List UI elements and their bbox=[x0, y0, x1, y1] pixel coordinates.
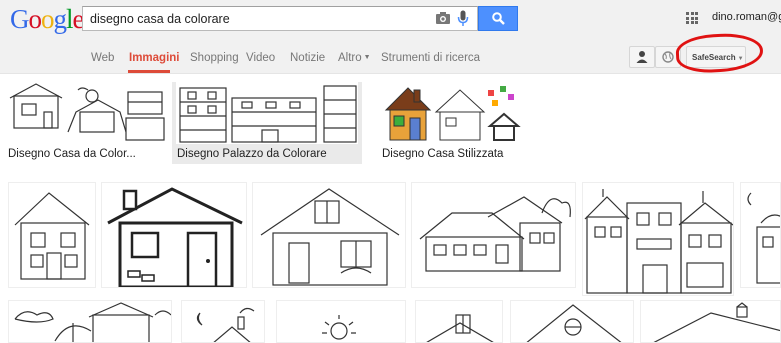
search-icon bbox=[492, 12, 505, 25]
logo-letter: o bbox=[41, 4, 54, 34]
related-thumbnail bbox=[382, 82, 522, 144]
tab-video[interactable]: Video bbox=[246, 52, 275, 64]
personal-results-button[interactable] bbox=[629, 46, 655, 68]
image-result[interactable] bbox=[101, 182, 247, 288]
tab-images[interactable]: Immagini bbox=[129, 52, 179, 64]
image-result[interactable] bbox=[181, 300, 265, 343]
logo-letter: g bbox=[53, 4, 67, 34]
related-thumbnail bbox=[176, 82, 358, 144]
person-icon bbox=[636, 51, 648, 63]
tab-search-tools[interactable]: Strumenti di ricerca bbox=[381, 52, 480, 64]
related-search-card[interactable]: Disegno Casa da Color... bbox=[8, 82, 166, 164]
image-result[interactable] bbox=[510, 300, 634, 343]
chevron-down-icon: ▼ bbox=[363, 54, 371, 61]
top-bar: Google disegno casa da colorare dino.rom… bbox=[0, 0, 781, 40]
camera-icon[interactable] bbox=[435, 11, 451, 25]
related-search-label: Disegno Palazzo da Colorare bbox=[177, 148, 327, 160]
related-search-card[interactable]: Disegno Casa Stilizzata bbox=[382, 82, 522, 164]
apps-grid-icon[interactable] bbox=[686, 12, 698, 24]
google-logo[interactable]: Google bbox=[10, 4, 84, 35]
search-input[interactable]: disegno casa da colorare bbox=[82, 6, 478, 31]
tab-news[interactable]: Notizie bbox=[290, 52, 325, 64]
related-search-label: Disegno Casa Stilizzata bbox=[382, 148, 504, 160]
microphone-icon[interactable] bbox=[457, 10, 469, 27]
image-result[interactable] bbox=[740, 182, 781, 288]
tab-more-label: Altro bbox=[338, 52, 362, 64]
image-result[interactable] bbox=[8, 300, 172, 343]
account-name[interactable]: dino.roman@gmai bbox=[712, 11, 781, 23]
tab-shopping[interactable]: Shopping bbox=[190, 52, 239, 64]
image-result[interactable] bbox=[415, 300, 503, 343]
image-result[interactable] bbox=[8, 182, 96, 288]
search-query-text[interactable]: disegno casa da colorare bbox=[90, 12, 230, 26]
logo-letter: o bbox=[28, 4, 42, 34]
image-result[interactable] bbox=[640, 300, 781, 343]
image-result[interactable] bbox=[411, 182, 576, 288]
image-result[interactable] bbox=[252, 182, 406, 288]
search-button[interactable] bbox=[478, 6, 518, 31]
tab-more[interactable]: Altro ▼ bbox=[338, 52, 371, 64]
related-thumbnail bbox=[8, 82, 166, 144]
active-tab-indicator bbox=[128, 70, 170, 73]
image-result[interactable] bbox=[276, 300, 406, 343]
tab-web[interactable]: Web bbox=[91, 52, 114, 64]
related-search-card[interactable]: Disegno Palazzo da Colorare bbox=[172, 82, 362, 164]
logo-letter: G bbox=[10, 4, 29, 34]
image-result[interactable] bbox=[582, 182, 734, 296]
related-search-label: Disegno Casa da Color... bbox=[8, 148, 136, 160]
